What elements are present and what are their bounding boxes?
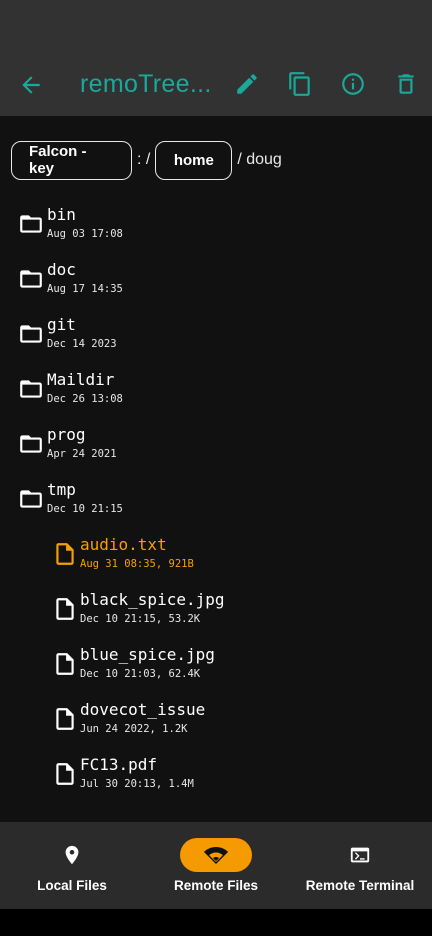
file-name: FC13.pdf (80, 755, 158, 774)
file-name: audio.txt (80, 535, 167, 554)
folder-icon (20, 270, 42, 288)
folder-icon (20, 490, 42, 508)
page-title: remoTree... (80, 70, 212, 98)
app-bar: remoTree... (0, 52, 432, 116)
file-name: blue_spice.jpg (80, 645, 215, 664)
file-icon (56, 653, 74, 675)
file-info: Dec 10 21:15, 53.2K (80, 613, 201, 625)
nav-indicator (324, 838, 396, 872)
file-info: Dec 10 21:03, 62.4K (80, 668, 201, 680)
system-navigation-bar (0, 909, 432, 936)
file-info: Jun 24 2022, 1.2K (80, 723, 188, 735)
folder-icon (20, 325, 42, 343)
breadcrumb-separator: : / (137, 151, 151, 168)
folder-name: prog (47, 425, 86, 444)
folder-row[interactable]: tmp Dec 10 21:15 (0, 480, 432, 530)
edit-icon[interactable] (234, 71, 260, 97)
host-chip[interactable]: Falcon - key (11, 140, 132, 180)
delete-icon[interactable] (393, 71, 419, 97)
folder-date: Aug 17 14:35 (47, 283, 123, 295)
wifi-icon (204, 847, 228, 864)
terminal-icon (350, 847, 370, 863)
file-icon (56, 763, 74, 785)
folder-name: doc (47, 260, 76, 279)
location-pin-icon (65, 845, 79, 865)
folder-date: Apr 24 2021 (47, 448, 117, 460)
folder-name: git (47, 315, 76, 334)
nav-label: Remote Terminal (305, 878, 415, 893)
copy-icon[interactable] (287, 71, 313, 97)
nav-remote-files[interactable]: Remote Files (144, 822, 288, 909)
home-chip[interactable]: home (155, 140, 233, 180)
file-row[interactable]: dovecot_issue Jun 24 2022, 1.2K (0, 700, 432, 750)
file-icon (56, 708, 74, 730)
nav-remote-terminal[interactable]: Remote Terminal (288, 822, 432, 909)
breadcrumb: Falcon - key : / home / doug (11, 139, 287, 181)
file-info: Aug 31 08:35, 921B (80, 558, 194, 570)
folder-row[interactable]: Maildir Dec 26 13:08 (0, 370, 432, 420)
folder-row[interactable]: git Dec 14 2023 (0, 315, 432, 365)
nav-indicator (180, 838, 252, 872)
folder-icon (20, 380, 42, 398)
nav-indicator (36, 838, 108, 872)
nav-label: Local Files (37, 878, 107, 893)
file-info: Jul 30 20:13, 1.4M (80, 778, 194, 790)
folder-icon (20, 215, 42, 233)
file-row-selected[interactable]: audio.txt Aug 31 08:35, 921B (0, 535, 432, 585)
status-bar (0, 0, 432, 52)
arrow-left-icon[interactable] (18, 72, 44, 98)
file-row[interactable]: black_spice.jpg Dec 10 21:15, 53.2K (0, 590, 432, 640)
folder-date: Dec 10 21:15 (47, 503, 123, 515)
folder-name: Maildir (47, 370, 115, 389)
file-name: dovecot_issue (80, 700, 206, 719)
bottom-navigation: Local Files Remote Files Remote Terminal (0, 822, 432, 909)
folder-row[interactable]: bin Aug 03 17:08 (0, 205, 432, 255)
file-row[interactable]: FC13.pdf Jul 30 20:13, 1.4M (0, 755, 432, 805)
nav-label: Remote Files (173, 878, 259, 893)
info-icon[interactable] (340, 71, 366, 97)
folder-date: Dec 26 13:08 (47, 393, 123, 405)
file-row[interactable]: blue_spice.jpg Dec 10 21:03, 62.4K (0, 645, 432, 695)
folder-date: Aug 03 17:08 (47, 228, 123, 240)
nav-local-files[interactable]: Local Files (0, 822, 144, 909)
folder-row[interactable]: doc Aug 17 14:35 (0, 260, 432, 310)
folder-row[interactable]: prog Apr 24 2021 (0, 425, 432, 475)
folder-name: tmp (47, 480, 76, 499)
folder-date: Dec 14 2023 (47, 338, 117, 350)
file-name: black_spice.jpg (80, 590, 225, 609)
folder-name: bin (47, 205, 76, 224)
file-icon (56, 598, 74, 620)
file-icon (56, 543, 74, 565)
breadcrumb-path: / doug (237, 151, 282, 168)
folder-icon (20, 435, 42, 453)
